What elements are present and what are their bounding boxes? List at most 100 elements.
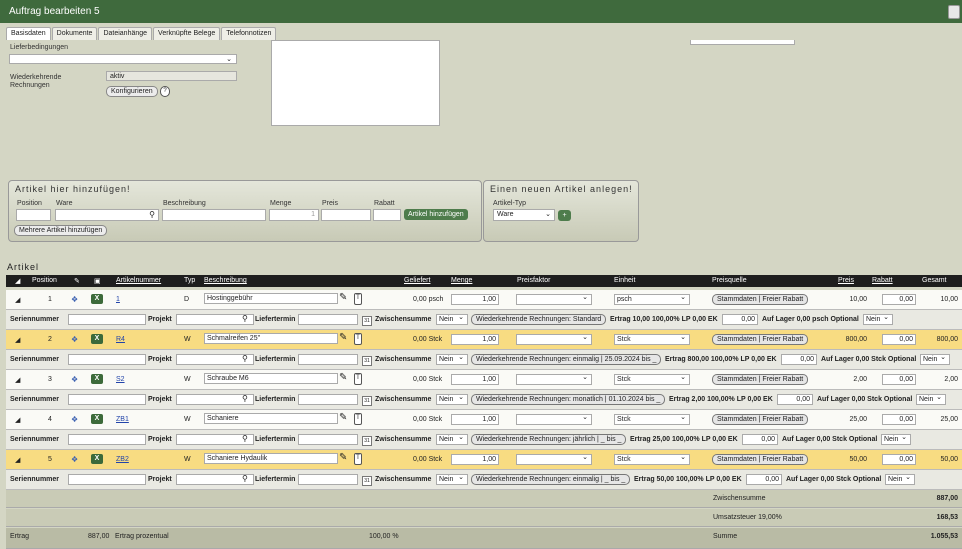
seriennummer-input[interactable] <box>68 394 146 405</box>
calendar-icon[interactable]: 31 <box>362 356 372 366</box>
row-menge-input[interactable]: 1,00 <box>451 294 499 305</box>
text-icon[interactable]: T <box>354 453 362 465</box>
row-preisquelle-button[interactable]: Stammdaten | Freier Rabatt <box>712 374 809 385</box>
liefertermin-input[interactable] <box>298 394 358 405</box>
optional-select[interactable]: Nein <box>881 433 911 445</box>
seriennummer-input[interactable] <box>68 434 146 445</box>
text-icon[interactable]: T <box>354 373 362 385</box>
row-beschreibung-input[interactable]: Hostinggebühr <box>204 293 338 304</box>
text-icon[interactable]: T <box>354 293 362 305</box>
seriennummer-input[interactable] <box>68 314 146 325</box>
zwischensumme-select[interactable]: Nein <box>436 393 468 405</box>
add-ware-input[interactable]: ⚲ <box>55 209 159 221</box>
col-artikelnummer[interactable]: Artikelnummer <box>116 277 161 284</box>
ek-input[interactable]: 0,00 <box>777 394 813 405</box>
row-expand-icon[interactable]: ◢ <box>15 336 20 344</box>
col-beschreibung[interactable]: Beschreibung <box>204 277 247 284</box>
optional-select[interactable]: Nein <box>920 353 950 365</box>
pencil-icon[interactable]: ✎ <box>339 412 347 423</box>
row-preisfaktor-select[interactable] <box>516 453 592 465</box>
liefertermin-input[interactable] <box>298 314 358 325</box>
row-artikelnummer-link[interactable]: S2 <box>116 376 125 383</box>
row-expand-icon[interactable]: ◢ <box>15 416 20 424</box>
zwischensumme-select[interactable]: Nein <box>436 473 468 485</box>
help-icon[interactable]: ? <box>160 86 170 97</box>
tab-basisdaten[interactable]: Basisdaten <box>6 27 51 40</box>
seriennummer-input[interactable] <box>68 474 146 485</box>
search-icon[interactable]: ⚲ <box>242 314 248 323</box>
zwischensumme-select[interactable]: Nein <box>436 313 468 325</box>
notes-textarea[interactable] <box>271 40 440 126</box>
tab-verknuepfte-belege[interactable]: Verknüpfte Belege <box>153 27 221 40</box>
calendar-icon[interactable]: 31 <box>362 436 372 446</box>
col-geliefert[interactable]: Geliefert <box>404 277 430 284</box>
pencil-icon[interactable]: ✎ <box>339 292 347 303</box>
optional-select[interactable]: Nein <box>885 473 915 485</box>
ek-input[interactable]: 0,00 <box>781 354 817 365</box>
row-preisfaktor-select[interactable] <box>516 413 592 425</box>
search-icon[interactable]: ⚲ <box>242 474 248 483</box>
search-icon[interactable]: ⚲ <box>242 394 248 403</box>
col-menge[interactable]: Menge <box>451 277 472 284</box>
tab-telefonnotizen[interactable]: Telefonnotizen <box>221 27 277 40</box>
mehrere-artikel-button[interactable]: Mehrere Artikel hinzufügen <box>14 225 108 236</box>
tab-dokumente[interactable]: Dokumente <box>51 27 98 40</box>
wiederkehrende-button[interactable]: Wiederkehrende Rechnungen: monatlich | 0… <box>471 394 666 405</box>
row-beschreibung-input[interactable]: Schaniere Hydaulik <box>204 453 338 464</box>
delete-row-button[interactable]: X <box>91 374 103 384</box>
text-icon[interactable]: T <box>354 333 362 345</box>
row-artikelnummer-link[interactable]: ZB1 <box>116 416 129 423</box>
add-menge-input[interactable]: 1 <box>269 209 319 221</box>
row-artikelnummer-link[interactable]: 1 <box>116 296 120 303</box>
artikel-typ-select[interactable]: Ware ⌄ <box>493 209 555 221</box>
add-position-input[interactable] <box>16 209 51 221</box>
optional-select[interactable]: Nein <box>863 313 893 325</box>
row-einheit-select[interactable]: Stck <box>614 373 690 385</box>
upper-right-field[interactable] <box>690 40 795 45</box>
text-icon[interactable]: T <box>354 413 362 425</box>
delete-row-button[interactable]: X <box>91 334 103 344</box>
delete-row-button[interactable]: X <box>91 414 103 424</box>
konfigurieren-button[interactable]: Konfigurieren <box>106 86 158 97</box>
pin-icon[interactable]: ❖ <box>71 375 78 384</box>
calendar-icon[interactable]: 31 <box>362 476 372 486</box>
delete-row-button[interactable]: X <box>91 454 103 464</box>
row-einheit-select[interactable]: Stck <box>614 413 690 425</box>
row-rabatt-input[interactable]: 0,00 <box>882 294 916 305</box>
row-expand-icon[interactable]: ◢ <box>15 456 20 464</box>
row-rabatt-input[interactable]: 0,00 <box>882 334 916 345</box>
zwischensumme-select[interactable]: Nein <box>436 353 468 365</box>
liefertermin-input[interactable] <box>298 354 358 365</box>
pin-icon[interactable]: ❖ <box>71 455 78 464</box>
liefertermin-input[interactable] <box>298 474 358 485</box>
add-rabatt-input[interactable] <box>373 209 401 221</box>
row-menge-input[interactable]: 1,00 <box>451 334 499 345</box>
pin-icon[interactable]: ❖ <box>71 295 78 304</box>
wiederkehrende-button[interactable]: Wiederkehrende Rechnungen: einmalig | 25… <box>471 354 662 365</box>
ek-input[interactable]: 0,00 <box>742 434 778 445</box>
calendar-icon[interactable]: 31 <box>362 396 372 406</box>
search-icon[interactable]: ⚲ <box>242 434 248 443</box>
row-einheit-select[interactable]: psch <box>614 293 690 305</box>
ek-input[interactable]: 0,00 <box>746 474 782 485</box>
col-preis[interactable]: Preis <box>838 277 854 284</box>
row-expand-icon[interactable]: ◢ <box>15 376 20 384</box>
row-menge-input[interactable]: 1,00 <box>451 454 499 465</box>
pin-icon[interactable]: ❖ <box>71 335 78 344</box>
pencil-icon[interactable]: ✎ <box>339 332 347 343</box>
window-close-button[interactable] <box>948 5 960 19</box>
ek-input[interactable]: 0,00 <box>722 314 758 325</box>
pencil-icon[interactable]: ✎ <box>339 372 347 383</box>
lieferbedingungen-select[interactable]: ⌄ <box>9 54 237 64</box>
liefertermin-input[interactable] <box>298 434 358 445</box>
add-preis-input[interactable] <box>321 209 371 221</box>
add-beschreibung-input[interactable] <box>162 209 266 221</box>
sort-triangle-icon[interactable]: ◢ <box>15 277 20 285</box>
row-preisquelle-button[interactable]: Stammdaten | Freier Rabatt <box>712 294 809 305</box>
row-preisquelle-button[interactable]: Stammdaten | Freier Rabatt <box>712 414 809 425</box>
wiederkehrende-button[interactable]: Wiederkehrende Rechnungen: einmalig | _ … <box>471 474 631 485</box>
row-expand-icon[interactable]: ◢ <box>15 296 20 304</box>
pencil-icon[interactable]: ✎ <box>339 452 347 463</box>
pin-icon[interactable]: ❖ <box>71 415 78 424</box>
search-icon[interactable]: ⚲ <box>242 354 248 363</box>
